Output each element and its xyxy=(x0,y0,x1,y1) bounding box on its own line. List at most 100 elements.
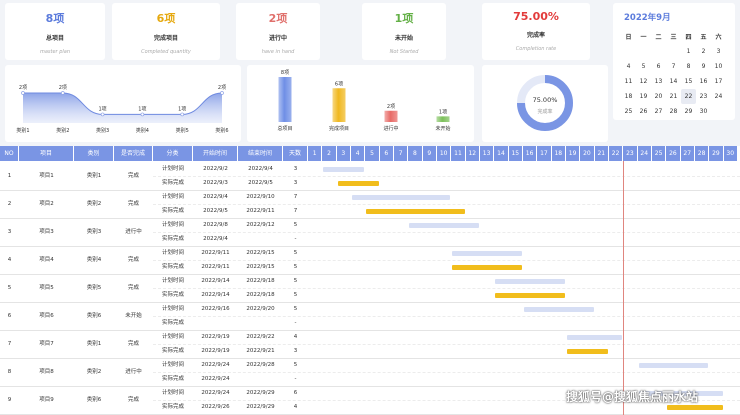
calendar-day[interactable] xyxy=(666,44,681,59)
header-col-type[interactable]: 分类 xyxy=(153,146,193,161)
calendar-day[interactable]: 2 xyxy=(696,44,711,59)
calendar-day[interactable]: 1 xyxy=(681,44,696,59)
header-day[interactable]: 19 xyxy=(565,146,581,161)
header-day[interactable]: 18 xyxy=(551,146,566,161)
bar-category-label: 总项目 xyxy=(277,125,292,132)
header-col-status[interactable]: 是否完成 xyxy=(114,146,153,161)
row-actual-start: 2022/9/24 xyxy=(201,376,230,382)
header-day[interactable]: 8 xyxy=(408,146,423,161)
kpi-title: 进行中 xyxy=(268,35,287,42)
bar xyxy=(384,110,398,122)
header-day[interactable]: 9 xyxy=(422,146,437,161)
calendar-day[interactable]: 12 xyxy=(636,74,651,89)
header-col-project[interactable]: 项目 xyxy=(19,146,74,161)
calendar-day[interactable]: 25 xyxy=(621,104,636,119)
header-day[interactable]: 11 xyxy=(451,146,466,161)
kpi-title: 完成率 xyxy=(526,32,545,39)
calendar-day[interactable]: 9 xyxy=(696,59,711,74)
header-day[interactable]: 3 xyxy=(336,146,351,161)
header-day[interactable]: 2 xyxy=(322,146,337,161)
calendar-day[interactable]: 20 xyxy=(651,89,666,104)
row-no: 9 xyxy=(7,397,12,403)
calendar-day[interactable]: 7 xyxy=(666,59,681,74)
header-day[interactable]: 6 xyxy=(379,146,394,161)
calendar-day[interactable]: 19 xyxy=(636,89,651,104)
header-day[interactable]: 1 xyxy=(308,146,323,161)
calendar-day[interactable]: 27 xyxy=(651,104,666,119)
calendar-day[interactable]: 21 xyxy=(666,89,681,104)
header-day[interactable]: 17 xyxy=(537,146,552,161)
calendar-day[interactable]: 3 xyxy=(711,44,726,59)
header-day[interactable]: 28 xyxy=(694,146,710,161)
calendar-day[interactable]: 28 xyxy=(666,104,681,119)
calendar-day[interactable]: 13 xyxy=(651,74,666,89)
calendar-day[interactable]: 10 xyxy=(711,59,726,74)
calendar-day[interactable]: 29 xyxy=(681,104,696,119)
calendar-day[interactable]: 18 xyxy=(621,89,636,104)
calendar-day[interactable]: 16 xyxy=(696,74,711,89)
header-day[interactable]: 7 xyxy=(393,146,409,161)
area-point xyxy=(140,112,145,117)
header-day[interactable]: 29 xyxy=(709,146,724,161)
bar xyxy=(332,88,346,122)
row-actual-days: 4 xyxy=(293,404,298,410)
header-day[interactable]: 30 xyxy=(723,146,738,161)
row-plan-days: 5 xyxy=(293,278,298,284)
header-day[interactable]: 13 xyxy=(479,146,495,161)
calendar-day[interactable] xyxy=(621,44,636,59)
calendar-day[interactable]: 23 xyxy=(696,89,711,104)
row-category: 类别2 xyxy=(86,201,102,207)
calendar: 2022年9月 日一二三四五六 1 2 3 4 5 6 7 8 9 10 11 12 13 14 15 16 17… xyxy=(613,3,735,120)
header-day[interactable]: 26 xyxy=(666,146,681,161)
row-plan-days: 4 xyxy=(293,334,298,340)
header-day[interactable]: 4 xyxy=(350,146,366,161)
header-day[interactable]: 23 xyxy=(623,146,638,161)
row-plan-start: 2022/9/4 xyxy=(203,194,228,200)
row-category: 类别1 xyxy=(86,173,102,179)
calendar-day[interactable]: 4 xyxy=(621,59,636,74)
header-col-no[interactable]: NO xyxy=(0,146,19,161)
header-day[interactable]: 12 xyxy=(465,146,480,161)
calendar-day[interactable]: 11 xyxy=(621,74,636,89)
header-day[interactable]: 16 xyxy=(522,146,538,161)
header-col-end[interactable]: 结束时间 xyxy=(238,146,283,161)
row-actual-label: 实际完成 xyxy=(161,348,184,354)
header-day[interactable]: 10 xyxy=(436,146,452,161)
header-col-category[interactable]: 类别 xyxy=(74,146,114,161)
calendar-day[interactable]: 6 xyxy=(651,59,666,74)
row-plan-label: 计划时间 xyxy=(161,166,184,172)
calendar-day[interactable]: 14 xyxy=(666,74,681,89)
calendar-day[interactable]: 30 xyxy=(696,104,711,119)
bar-category-label: 未开始 xyxy=(435,125,450,132)
calendar-day[interactable] xyxy=(711,104,726,119)
header-col-days[interactable]: 天数 xyxy=(283,146,308,161)
row-project: 项目2 xyxy=(39,201,54,207)
header-day[interactable]: 25 xyxy=(651,146,667,161)
calendar-day[interactable]: 8 xyxy=(681,59,696,74)
header-day[interactable]: 21 xyxy=(594,146,609,161)
header-day[interactable]: 27 xyxy=(680,146,695,161)
row-plan-label: 计划时间 xyxy=(161,334,184,340)
header-col-start[interactable]: 开始时间 xyxy=(193,146,238,161)
calendar-day[interactable]: 24 xyxy=(711,89,726,104)
header-day[interactable]: 14 xyxy=(494,146,509,161)
kpi-subtitle: Completed quantity xyxy=(141,49,191,55)
calendar-day[interactable]: 17 xyxy=(711,74,726,89)
calendar-day[interactable]: 26 xyxy=(636,104,651,119)
header-day[interactable]: 22 xyxy=(608,146,624,161)
calendar-day[interactable]: 15 xyxy=(681,74,696,89)
calendar-day[interactable] xyxy=(636,44,651,59)
status-bar-chart: 8项 总项目 6项 完成项目 2项 进行中 1项 未开始 xyxy=(247,65,474,142)
calendar-day[interactable] xyxy=(651,44,666,59)
header-day[interactable]: 5 xyxy=(365,146,380,161)
header-day[interactable]: 24 xyxy=(637,146,652,161)
row-plan-label: 计划时间 xyxy=(161,278,184,284)
row-status: 进行中 xyxy=(125,369,142,375)
header-day[interactable]: 20 xyxy=(580,146,595,161)
gantt-plan-bar xyxy=(495,279,565,284)
header-day[interactable]: 15 xyxy=(508,146,523,161)
row-project: 项目8 xyxy=(39,369,54,375)
calendar-day[interactable]: 22 xyxy=(681,89,696,104)
calendar-day[interactable]: 5 xyxy=(636,59,651,74)
gantt-plan-bar xyxy=(566,335,623,340)
